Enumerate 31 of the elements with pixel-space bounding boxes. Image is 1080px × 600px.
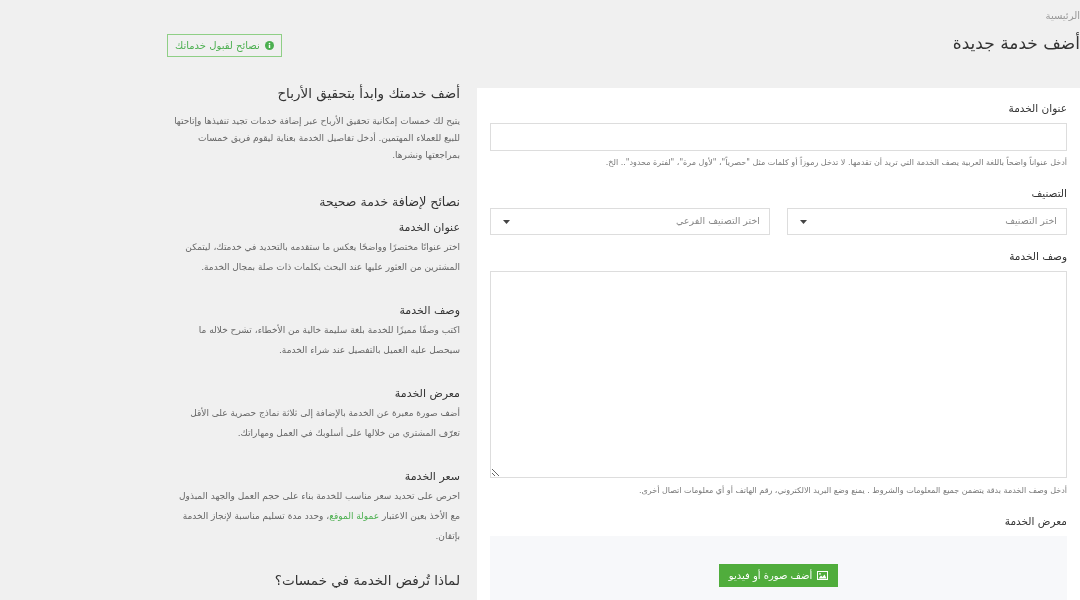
tip-text: اكتب وصفًا مميزًا للخدمة بلغة سليمة خالية من الأخطاء، تشرح خلاله ما سيحصل عليه العميل بالتفصيل عند شراء الخدمة. — [197, 323, 460, 357]
field-label: وصف الخدمة — [1008, 249, 1067, 264]
info-icon — [264, 41, 274, 50]
intro-text: يتيح لك خمسات إمكانية تحقيق الأرباح عبر إضافة خدمات تجيد تنفيذها وإتاحتها للبيع للعملاء المهتمين. أدخل تفاصيل الخدمة بعناية ليقوم فريق خمسات بمراجعتها ونشرها. — [173, 114, 460, 162]
field-label: معرض الخدمة — [1003, 514, 1067, 529]
add-media-button[interactable]: أضف صورة أو فيديو — [718, 564, 839, 587]
tip-title: عنوان الخدمة — [397, 220, 460, 236]
field-hint: أدخل عنواناً واضحاً باللغة العربية يصف الخدمة التي تريد أن تقدمها. لا تدخل رموزاً أو كلمات مثل "حصرياً"، "لأول مرة"، "لفترة محدود".. الخ. — [604, 156, 1067, 169]
intro-heading: أضف خدمتك وابدأ بتحقيق الأرباح — [276, 83, 460, 103]
tips-button[interactable]: نصائح لقبول خدماتك — [167, 34, 282, 57]
tip-title: معرض الخدمة — [393, 386, 460, 402]
description-field[interactable] — [490, 271, 1067, 478]
breadcrumb-link[interactable]: الرئيسية — [1045, 9, 1080, 23]
tip-title: وصف الخدمة — [398, 303, 460, 319]
caret-down-icon — [800, 219, 807, 224]
tips-heading: نصائح لإضافة خدمة صحيحة — [318, 193, 460, 211]
title-input-field[interactable] — [490, 123, 1067, 151]
category-select[interactable]: اختر التصنيف الفرعي — [490, 208, 770, 235]
field-label: عنوان الخدمة — [1007, 101, 1067, 116]
field-hint: أدخل وصف الخدمة بدقة يتضمن جميع المعلومات والشروط . يمنع وضع البريد الالكتروني، رقم الهاتف أو أي معلومات اتصال أخرى. — [638, 484, 1067, 497]
tip-text: احرص على تحديد سعر مناسب للخدمة بناء على حجم العمل والجهد المبذول مع الأخذ بعين الاعتبار عمولة الموقع، وحدد مدة تسليم مناسبة لإنجاز الخدمة بإتقان. — [178, 490, 460, 543]
rejection-heading: لماذا تُرفض الخدمة في خمسات؟ — [273, 571, 460, 591]
image-icon — [817, 571, 829, 580]
tip-text: أضف صورة معبرة عن الخدمة بالإضافة إلى ثلاثة نماذج حصرية على الأقل تعرّف المشتري من خلالها على أسلوبك في العمل ومهاراتك. — [189, 406, 460, 440]
field-label: التصنيف — [1030, 186, 1067, 201]
page-title: أضف خدمة جديدة — [952, 31, 1080, 55]
commission-link[interactable]: عمولة الموقع — [329, 511, 380, 521]
tip-text: اختر عنوانًا مختصرًا وواضحًا يعكس ما ستقدمه بالتحديد في خدمتك، ليتمكن المشترين من العثور عليها عند البحث بكلمات ذات صلة بمجال الخدمة. — [184, 241, 460, 274]
tip-title: سعر الخدمة — [403, 469, 460, 485]
category-select[interactable]: اختر التصنيف — [787, 208, 1067, 235]
caret-down-icon — [503, 219, 510, 224]
